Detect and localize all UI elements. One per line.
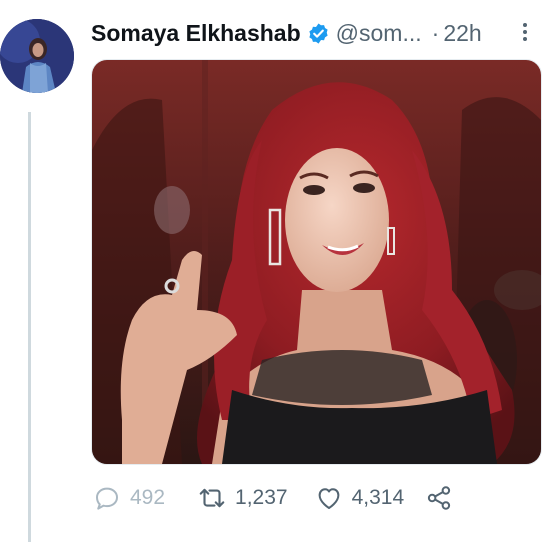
like-button[interactable]: 4,314 bbox=[314, 483, 405, 513]
like-count: 4,314 bbox=[351, 486, 405, 509]
timestamp[interactable]: 22h bbox=[443, 20, 481, 47]
display-name[interactable]: Somaya Elkhashab bbox=[91, 20, 301, 47]
avatar-photo bbox=[0, 19, 74, 93]
tweet-header: Somaya Elkhashab @som... · 22h bbox=[91, 16, 535, 50]
handle[interactable]: @som... bbox=[336, 20, 422, 47]
retweet-icon bbox=[197, 483, 227, 513]
more-options-icon[interactable] bbox=[519, 20, 531, 46]
thread-line bbox=[28, 112, 31, 542]
separator-dot: · bbox=[431, 19, 440, 46]
retweet-count: 1,237 bbox=[235, 486, 288, 509]
reply-count: 492 bbox=[130, 486, 166, 509]
reply-button[interactable]: 492 bbox=[92, 483, 165, 513]
retweet-button[interactable]: 1,237 bbox=[197, 483, 288, 513]
share-icon bbox=[424, 483, 454, 513]
heart-icon bbox=[314, 483, 344, 513]
tweet-image[interactable] bbox=[91, 59, 542, 465]
verified-badge-icon bbox=[307, 22, 330, 45]
tweet-actions: 492 1,237 4,314 bbox=[92, 480, 454, 516]
share-button[interactable] bbox=[424, 483, 454, 513]
reply-icon bbox=[92, 483, 122, 513]
avatar[interactable] bbox=[0, 19, 74, 93]
photo-woman-red-hair bbox=[92, 60, 541, 464]
